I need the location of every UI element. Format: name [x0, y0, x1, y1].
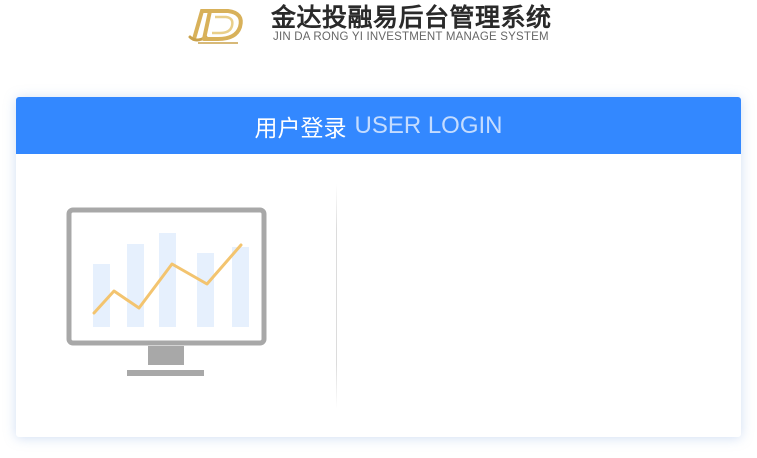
system-subtitle: JIN DA RONG YI INVESTMENT MANAGE SYSTEM [273, 31, 549, 43]
page-header: 金达投融易后台管理系统 JIN DA RONG YI INVESTMENT MA… [0, 0, 757, 60]
login-form-area [356, 174, 726, 419]
login-card: 用户登录 USER LOGIN [16, 97, 741, 437]
login-title-en: USER LOGIN [354, 111, 503, 139]
jd-logo-icon [188, 9, 243, 44]
monitor-chart-icon [66, 207, 267, 376]
system-title: 金达投融易后台管理系统 [271, 3, 552, 32]
card-divider [336, 184, 337, 409]
login-card-header: 用户登录 USER LOGIN [16, 97, 741, 154]
login-title-cn: 用户登录 [254, 115, 347, 142]
